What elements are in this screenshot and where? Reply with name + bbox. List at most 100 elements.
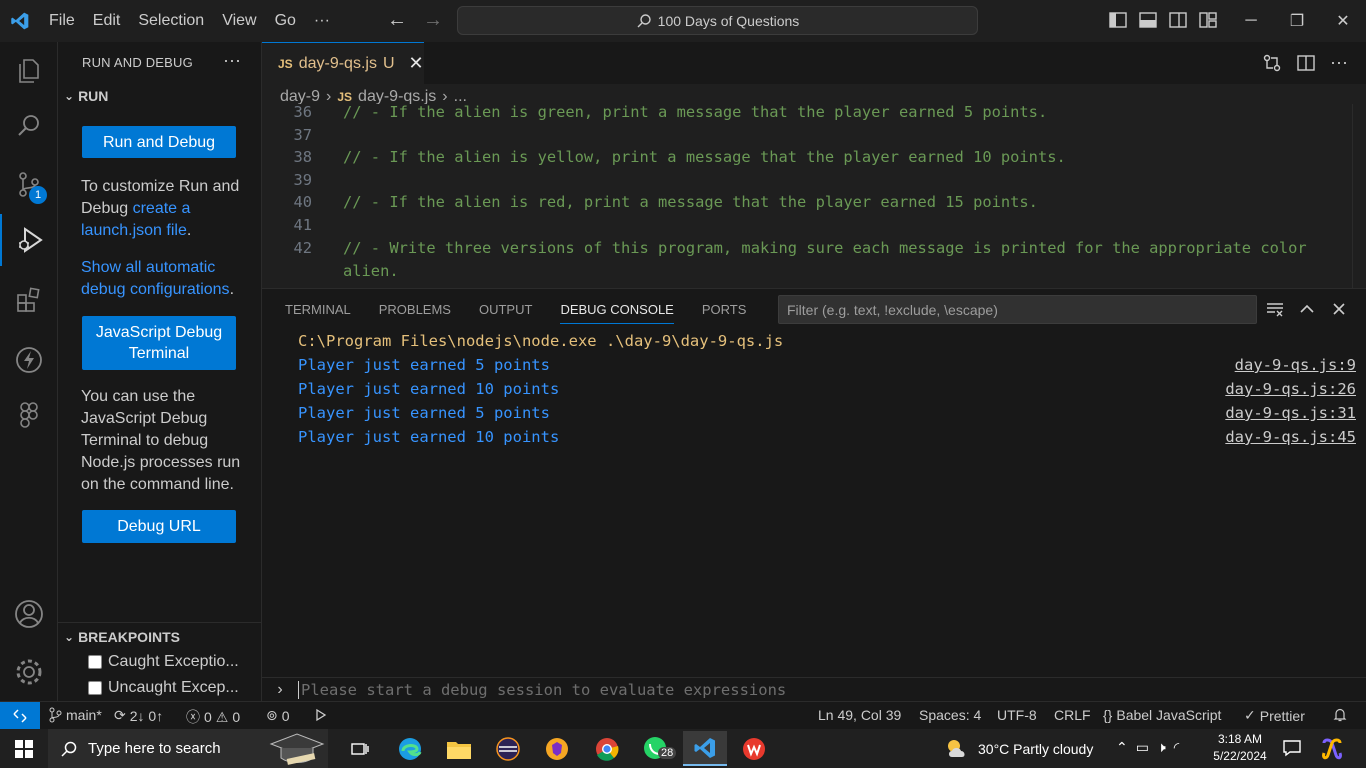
history-nav: ← →	[386, 10, 444, 30]
remote-indicator-icon[interactable]	[0, 702, 40, 729]
debug-launch-icon[interactable]	[312, 707, 328, 723]
broadcast-icon: ⊚	[266, 707, 278, 723]
breakpoint-uncaught-exceptions[interactable]: Uncaught Excep...	[88, 679, 239, 697]
code-line: 41	[293, 216, 312, 234]
checkbox[interactable]	[88, 681, 102, 695]
run-and-debug-button[interactable]: Run and Debug	[82, 126, 236, 158]
minimize-icon[interactable]: ─	[1228, 0, 1274, 42]
edge-browser-icon[interactable]	[388, 731, 432, 766]
menu-go[interactable]: Go	[266, 12, 305, 30]
evaluate-expression-input[interactable]	[298, 681, 1366, 699]
toggle-panel-icon[interactable]	[1138, 10, 1158, 30]
run-section-header[interactable]: ⌄ RUN	[64, 88, 108, 104]
close-tab-icon[interactable]: ✕	[409, 53, 424, 74]
code-line: 38// - If the alien is yellow, print a m…	[293, 148, 1066, 166]
vscode-taskbar-icon[interactable]	[683, 731, 727, 766]
tab-day-9-qs[interactable]: JS day-9-qs.js U ✕	[262, 42, 424, 84]
javascript-file-icon: JS	[278, 56, 293, 71]
notifications-bell-icon[interactable]	[1332, 707, 1348, 723]
breakpoints-section-header[interactable]: ⌄ BREAKPOINTS	[58, 622, 262, 650]
console-source-link[interactable]: day-9-qs.js:45	[1225, 425, 1356, 449]
system-clock[interactable]: 3:18 AM 5/22/2024	[1210, 731, 1270, 765]
menu-selection[interactable]: Selection	[129, 12, 213, 30]
source-control-icon[interactable]: 1	[0, 158, 58, 210]
problems-status[interactable]: ⓧ 0 ⚠ 0	[186, 707, 240, 727]
menu-view[interactable]: View	[213, 12, 265, 30]
indentation-status[interactable]: Spaces: 4	[919, 707, 981, 723]
chrome-browser-icon[interactable]	[585, 731, 629, 766]
close-window-icon[interactable]: ✕	[1320, 0, 1366, 42]
chevron-right-icon: ›	[277, 681, 283, 698]
editor-scrollbar[interactable]	[1352, 104, 1366, 288]
console-source-link[interactable]: day-9-qs.js:31	[1225, 401, 1356, 425]
extensions-icon[interactable]	[0, 274, 58, 326]
console-source-link[interactable]: day-9-qs.js:9	[1235, 353, 1356, 377]
editor-tabs: JS day-9-qs.js U ✕ ···	[262, 42, 1366, 84]
breakpoints-label: BREAKPOINTS	[78, 628, 180, 645]
checkbox[interactable]	[88, 655, 102, 669]
file-explorer-icon[interactable]	[437, 731, 481, 766]
task-view-icon[interactable]	[338, 731, 382, 766]
clear-console-icon[interactable]	[1265, 299, 1285, 319]
close-panel-icon[interactable]	[1329, 299, 1349, 319]
panel-actions	[1265, 299, 1349, 319]
windows-start-icon[interactable]	[0, 729, 48, 768]
debug-console-filter-input[interactable]: Filter (e.g. text, !exclude, \escape)	[778, 295, 1257, 324]
menu-more[interactable]: ···	[305, 12, 339, 30]
maximize-panel-icon[interactable]	[1297, 299, 1317, 319]
javascript-debug-terminal-button[interactable]: JavaScript Debug Terminal	[82, 316, 236, 370]
explorer-icon[interactable]	[0, 44, 58, 96]
code-editor[interactable]: 36// - If the alien is green, print a me…	[262, 104, 1366, 288]
weather-widget[interactable]: 30°C Partly cloudy	[944, 737, 1093, 761]
console-source-link[interactable]: day-9-qs.js:26	[1225, 377, 1356, 401]
show-all-configurations-link[interactable]: Show all automatic debug configurations	[81, 259, 230, 298]
breakpoint-caught-exceptions[interactable]: Caught Exceptio...	[88, 653, 239, 671]
chevron-up-icon[interactable]: ⌃	[1116, 739, 1128, 756]
menu-edit[interactable]: Edit	[84, 12, 130, 30]
taskbar-search[interactable]: Type here to search	[48, 729, 328, 768]
whatsapp-icon[interactable]: 28	[634, 731, 678, 766]
cursor-position[interactable]: Ln 49, Col 39	[818, 707, 901, 723]
copilot-icon[interactable]	[1320, 737, 1344, 766]
tab-output[interactable]: OUTPUT	[479, 302, 532, 324]
toggle-secondary-sidebar-icon[interactable]	[1168, 10, 1188, 30]
forward-arrow-icon[interactable]: →	[422, 10, 444, 30]
eol-status[interactable]: CRLF	[1054, 707, 1091, 723]
figma-icon[interactable]	[0, 390, 58, 442]
sync-status[interactable]: ⟳ 2↓ 0↑	[114, 707, 163, 724]
branch-status[interactable]: main*	[48, 707, 102, 723]
tab-debug-console[interactable]: DEBUG CONSOLE	[560, 302, 674, 324]
wps-office-icon[interactable]	[732, 731, 776, 766]
wifi-icon[interactable]: ◜	[1174, 739, 1179, 756]
language-mode[interactable]: {} Babel JavaScript	[1103, 707, 1221, 723]
run-and-debug-icon[interactable]	[0, 214, 58, 266]
brave-browser-icon[interactable]	[535, 731, 579, 766]
prettier-status[interactable]: ✓ Prettier	[1244, 707, 1305, 724]
tab-problems[interactable]: PROBLEMS	[379, 302, 451, 324]
battery-icon[interactable]: ▭	[1136, 739, 1149, 756]
settings-gear-icon[interactable]	[0, 646, 58, 698]
command-center-search[interactable]: 100 Days of Questions	[457, 6, 978, 35]
toggle-primary-sidebar-icon[interactable]	[1108, 10, 1128, 30]
accounts-icon[interactable]	[0, 588, 58, 640]
volume-icon[interactable]: 🕨	[1157, 739, 1166, 756]
search-icon[interactable]	[0, 100, 58, 152]
ports-status[interactable]: ⊚ 0	[266, 707, 290, 724]
encoding-status[interactable]: UTF-8	[997, 707, 1037, 723]
code-line: 36// - If the alien is green, print a me…	[293, 104, 1048, 121]
tab-terminal[interactable]: TERMINAL	[285, 302, 351, 324]
thunder-client-icon[interactable]	[0, 334, 58, 386]
sidebar-more-actions[interactable]: ···	[223, 50, 241, 71]
customize-layout-icon[interactable]	[1198, 10, 1218, 30]
editor-more-actions-icon[interactable]: ···	[1330, 53, 1348, 73]
restore-icon[interactable]: ❐	[1274, 0, 1320, 42]
eclipse-icon[interactable]	[486, 731, 530, 766]
split-editor-icon[interactable]	[1296, 53, 1316, 73]
notification-center-icon[interactable]	[1282, 738, 1302, 763]
compare-changes-icon[interactable]	[1262, 53, 1282, 73]
tab-ports[interactable]: PORTS	[702, 302, 747, 324]
sidebar-title: RUN AND DEBUG	[82, 55, 193, 70]
debug-url-button[interactable]: Debug URL	[82, 510, 236, 543]
menu-file[interactable]: File	[40, 12, 84, 30]
back-arrow-icon[interactable]: ←	[386, 10, 408, 30]
